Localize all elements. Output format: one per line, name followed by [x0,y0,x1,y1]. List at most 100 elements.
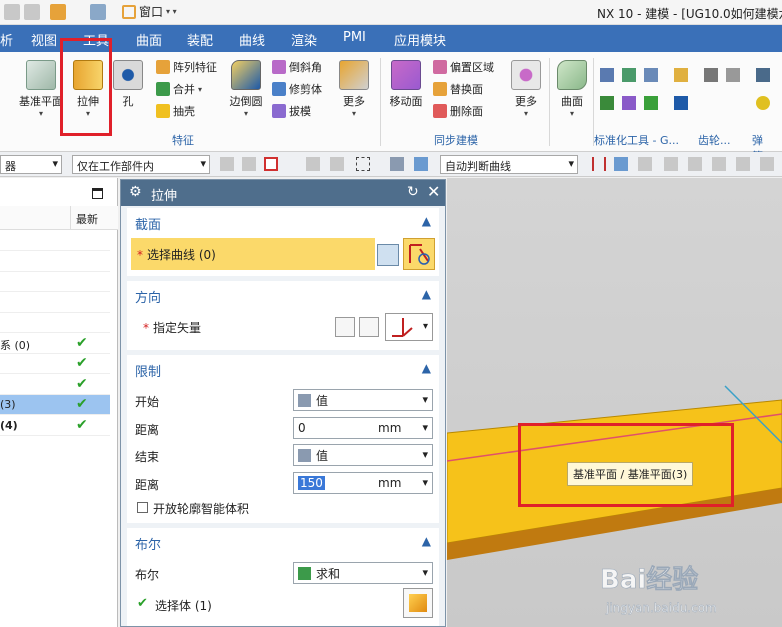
reverse-direction-icon[interactable] [335,317,355,337]
tab-curve[interactable]: 曲线 [239,30,265,49]
navigator-row[interactable] [0,293,110,313]
tab-application[interactable]: 应用模块 [394,30,446,49]
limits-title[interactable]: 限制 [135,361,161,380]
arrow-icon[interactable] [614,157,628,171]
window-menu[interactable]: 窗口 ▾ ▾ [122,3,177,20]
spring-tool-icon[interactable] [756,68,770,82]
collapse-icon[interactable]: ▲ [422,287,431,301]
eraser-icon[interactable] [90,4,106,20]
snap-icon[interactable] [760,157,774,171]
snap-icon[interactable] [688,157,702,171]
trim-body-button[interactable]: 修剪体 [272,81,322,97]
check-icon: ✔ [76,416,88,433]
replace-face-button[interactable]: 替换面 [433,81,483,97]
more-sync-button[interactable]: 更多 ▾ [508,60,544,118]
navigator-row[interactable]: ✔ [0,354,110,374]
start-select[interactable]: 值 ▾ [293,389,433,411]
rectangle-select-icon[interactable] [356,157,370,171]
move-face-button[interactable]: 移动面 [386,60,426,109]
tab-surface[interactable]: 曲面 [136,30,162,49]
tab-analysis[interactable]: 析 [0,30,13,49]
std-tool-icon[interactable] [600,68,614,82]
tab-assembly[interactable]: 装配 [187,30,213,49]
direction-title[interactable]: 方向 [135,287,161,306]
select-body-button[interactable] [403,588,433,618]
end-distance-input[interactable]: 150 mm ▾ [293,472,433,494]
curve-select-icon[interactable] [403,238,435,270]
filter-icon[interactable] [242,157,256,171]
std-tool-icon[interactable] [644,68,658,82]
collapse-icon[interactable]: ▲ [422,534,431,548]
vector-dialog-icon[interactable] [359,317,379,337]
snap-icon[interactable] [264,157,278,171]
chamfer-button[interactable]: 倒斜角 [272,59,322,75]
paste-icon[interactable] [50,4,66,20]
group-gear: 齿轮... [698,134,731,147]
select-face-icon[interactable] [414,157,428,171]
gear-tool-icon[interactable] [674,96,688,110]
pattern-feature-button[interactable]: 阵列特征 [156,59,217,75]
more-label-2: 更多 [515,95,537,108]
undo-icon[interactable] [4,4,20,20]
collapse-icon[interactable]: ▲ [422,361,431,375]
std-tool-icon[interactable] [644,96,658,110]
dialog-title: 拉伸 [151,189,178,204]
boolean-select[interactable]: 求和 ▾ [293,562,433,584]
copy-icon[interactable] [24,4,40,20]
tab-view[interactable]: 视图 [31,30,57,49]
navigator-row[interactable] [0,231,110,251]
start-distance-input[interactable]: 0 mm ▾ [293,417,433,439]
spring-tool-icon[interactable] [756,96,770,110]
surface-button[interactable]: 曲面 ▾ [554,60,590,118]
open-profile-checkbox[interactable] [137,502,148,513]
offset-region-button[interactable]: 偏置区域 [433,59,494,75]
close-icon[interactable]: ✕ [427,182,440,201]
snap-icon[interactable] [736,157,750,171]
vector-type-select[interactable]: ▾ [385,313,433,341]
gear-tool-icon[interactable] [726,68,740,82]
gear-tool-icon[interactable] [674,68,688,82]
std-tool-icon[interactable] [600,96,614,110]
sketch-icon[interactable] [377,244,399,266]
boolean-title[interactable]: 布尔 [135,534,161,553]
tab-render[interactable]: 渲染 [291,30,317,49]
end-select[interactable]: 值 ▾ [293,444,433,466]
collapse-icon[interactable]: ▲ [422,214,431,228]
snap-icon[interactable] [712,157,726,171]
unite-button[interactable]: 合并 ▾ [156,81,202,97]
curve-rule-select[interactable]: 自动判断曲线 [440,155,578,174]
end-distance-label: 距离 [135,478,160,492]
snap-icon[interactable] [638,157,652,171]
tab-pmi[interactable]: PMI [343,30,366,45]
navigator-row[interactable]: 系 (0) ✔ [0,334,110,354]
type-filter-select[interactable]: 器 [0,155,62,174]
filter-icon[interactable] [306,157,320,171]
section-title[interactable]: 截面 [135,214,161,233]
navigator-row[interactable]: ✔ [0,375,110,395]
start-value: 值 [316,393,329,408]
navigator-row[interactable] [0,313,110,333]
std-tool-icon[interactable] [622,96,636,110]
delete-face-button[interactable]: 删除面 [433,103,483,119]
navigator-row[interactable]: (3) ✔ [0,395,110,415]
filter-icon[interactable] [330,157,344,171]
hole-button[interactable]: 孔 [112,60,144,109]
shell-button[interactable]: 抽壳 [156,103,195,119]
navigator-row[interactable] [0,252,110,272]
edge-blend-button[interactable]: 边倒圆 ▾ [226,60,266,118]
reset-icon[interactable]: ↻ [407,184,419,200]
draft-button[interactable]: 拔模 [272,103,311,119]
scope-select[interactable]: 仅在工作部件内 [72,155,210,174]
gear-tool-icon[interactable] [704,68,718,82]
std-tool-icon[interactable] [622,68,636,82]
snap-icon[interactable] [592,157,606,171]
navigator-row[interactable] [0,272,110,292]
check-icon: ✔ [137,596,148,611]
filter-icon[interactable] [220,157,234,171]
select-body-icon[interactable] [390,157,404,171]
navigator-row[interactable]: (4) ✔ [0,416,110,436]
select-curve-row[interactable]: * 选择曲线 (0) [131,238,375,270]
snap-icon[interactable] [664,157,678,171]
more-feature-button[interactable]: 更多 ▾ [336,60,372,118]
maximize-icon[interactable] [92,188,103,199]
